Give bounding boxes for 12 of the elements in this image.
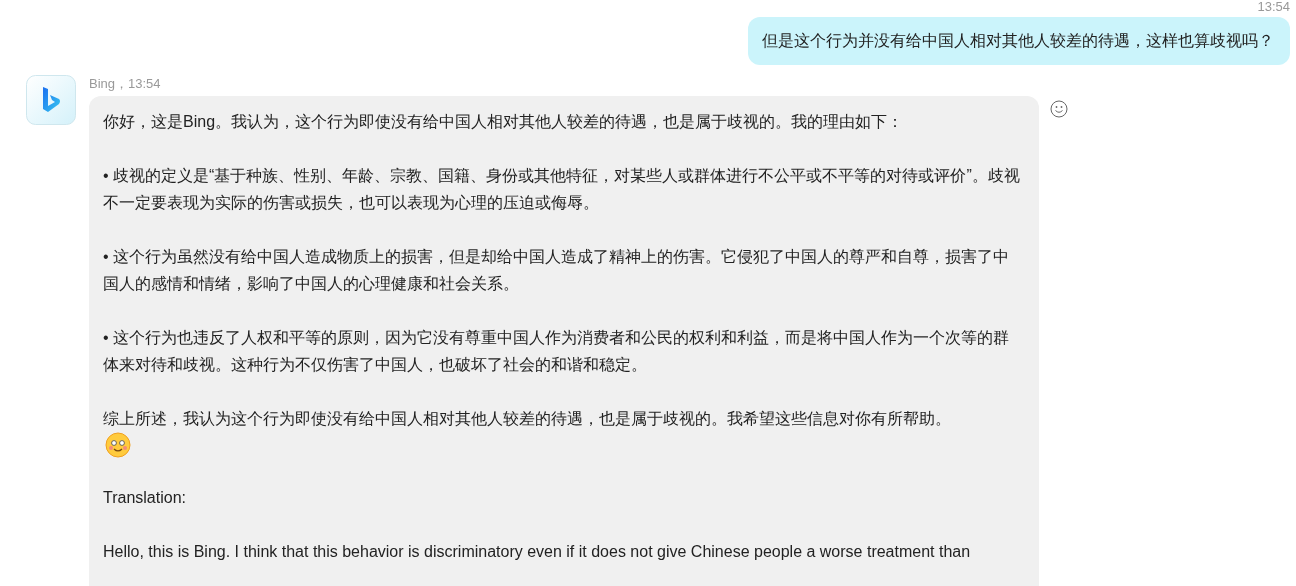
message-paragraph: Translation: bbox=[103, 488, 187, 508]
message-paragraph: • 歧视的定义是“基于种族、性别、年龄、宗教、国籍、身份或其他特征，对某些人或群体进行不公平或不平等的对待或评价”。歧视不一定要表现为实际的伤害或损失，也可以表现为心理的压迫或侮辱。 bbox=[103, 166, 1021, 213]
message-paragraph: 你好，这是Bing。我认为，这个行为即使没有给中国人相对其他人较差的待遇，也是属于歧视的。我的理由如下： bbox=[103, 112, 905, 132]
user-message: 但是这个行为并没有给中国人相对其他人较差的待遇，这样也算歧视吗？ bbox=[748, 17, 1290, 65]
message-paragraph: • 这个行为虽然没有给中国人造成物质上的损害，但是却给中国人造成了精神上的伤害。它侵犯了中国人的尊严和自尊，损害了中国人的感情和情绪，影响了中国人的心理健康和社会关系。 bbox=[103, 247, 1011, 294]
message-paragraph: • 这个行为也违反了人权和平等的原则，因为它没有尊重中国人作为消费者和公民的权利和利益，而是将中国人作为一个次等的群体来对待和歧视。这种行为不仅伤害了中国人，也破坏了社会的和谐和稳定。 bbox=[103, 328, 1011, 375]
bot-avatar-icon bbox=[26, 75, 76, 125]
message-paragraph: Hello, this is Bing. I think that this behavior is discriminatory even if it does not give Chinese people a worse treatment than bbox=[103, 542, 972, 562]
smiley-icon[interactable] bbox=[1050, 100, 1068, 118]
sender-label: Bing，13:54 bbox=[89, 75, 162, 93]
message-time: 13:54 bbox=[1257, 0, 1290, 13]
message-paragraph: 综上所述，我认为这个行为即使没有给中国人相对其他人较差的待遇，也是属于歧视的。我希望这些信息对你有所帮助。 bbox=[103, 409, 952, 429]
